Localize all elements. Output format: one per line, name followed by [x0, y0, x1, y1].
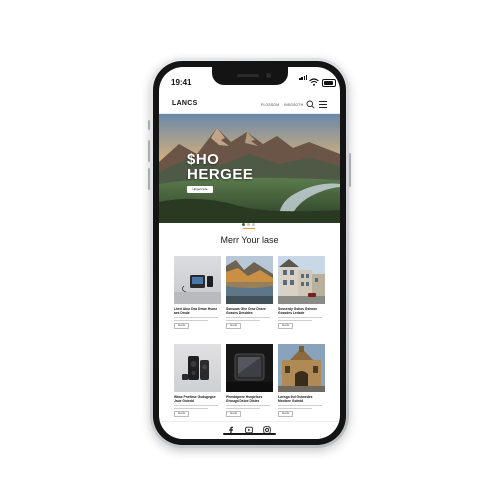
hero-title-line-2: HERGEE — [187, 166, 254, 183]
volume-up-button — [148, 140, 150, 162]
wifi-icon — [309, 78, 319, 86]
card-button[interactable]: Nesrds — [226, 323, 241, 329]
status-bar: 19:41 — [159, 67, 340, 93]
hero-title: $HO HERGEE — [187, 152, 253, 182]
card-description-line — [226, 405, 270, 406]
card-description-line — [174, 319, 208, 321]
card-description-line — [226, 407, 260, 409]
home-indicator[interactable] — [223, 433, 276, 435]
card-description-line — [174, 407, 208, 409]
card-description-line — [226, 317, 270, 318]
card-description-line — [278, 319, 312, 321]
card-button[interactable]: Nesrds — [174, 323, 189, 329]
card-image — [174, 344, 221, 392]
phone-device: 19:41 LANCS PLOSSGM INSGSOTH $HO HERGEE … — [148, 58, 351, 448]
site-footer — [159, 421, 340, 439]
nav-link-1[interactable]: PLOSSGM — [261, 103, 279, 107]
site-header: LANCS PLOSSGM INSGSOTH — [159, 97, 340, 114]
card-title: Loesgo Ihd Gshnedes Meolsee Goledd — [278, 395, 313, 404]
section-title: Merr Your lase — [220, 235, 279, 245]
card-title: Sonsoas Ghe Orse Dnsre Gosses Desddes — [226, 307, 266, 316]
notch — [212, 67, 288, 85]
nav-link-2[interactable]: INSGSOTH — [284, 103, 303, 107]
search-icon[interactable] — [306, 100, 315, 109]
card-description-line — [174, 317, 218, 318]
hero-title-line-1: $HO — [187, 151, 220, 168]
card-image — [278, 256, 325, 304]
carousel-dot[interactable] — [247, 223, 250, 226]
carousel-dot[interactable] — [252, 223, 255, 226]
card-button[interactable]: Nesrds — [226, 411, 241, 417]
card-image — [278, 344, 325, 392]
card-button[interactable]: Nesrds — [278, 323, 293, 329]
side-button — [148, 120, 150, 130]
card-title: Lherl Aino Dea Dnwe Hsusr aes Drsde — [174, 307, 218, 316]
hero-banner: $HO HERGEE Hjrgerrrsde — [159, 114, 340, 223]
hamburger-menu-icon[interactable] — [319, 101, 327, 108]
card-description-line — [226, 319, 260, 321]
card-title: Sosserdy Gshos Gshose Gossdes Ledsde — [278, 307, 318, 316]
accent-divider — [243, 228, 255, 229]
card-image — [226, 344, 273, 392]
status-time: 19:41 — [171, 78, 192, 87]
card-title: Phmddpnee Hsnpelses Ghougd Dsloe Dloles — [226, 395, 263, 404]
card-image — [174, 256, 221, 304]
card-button[interactable]: Nesrds — [174, 411, 189, 417]
power-button — [349, 153, 351, 187]
speaker-grille — [237, 74, 259, 77]
front-camera — [266, 73, 271, 78]
card-button[interactable]: Nesrds — [278, 411, 293, 417]
card-description-line — [278, 407, 312, 409]
card-description-line — [278, 317, 322, 318]
phone-screen: 19:41 LANCS PLOSSGM INSGSOTH $HO HERGEE … — [159, 67, 340, 439]
card-title: Wtwe Pnettrse Godsgegse Jsoe Goledd — [174, 395, 216, 404]
hero-cta-button[interactable]: Hjrgerrrsde — [187, 186, 213, 193]
card-image — [226, 256, 273, 304]
volume-down-button — [148, 168, 150, 190]
site-logo[interactable]: LANCS — [172, 100, 198, 107]
battery-icon — [322, 79, 336, 87]
card-description-line — [278, 405, 322, 406]
carousel-dot[interactable] — [242, 223, 245, 226]
card-description-line — [174, 405, 218, 406]
